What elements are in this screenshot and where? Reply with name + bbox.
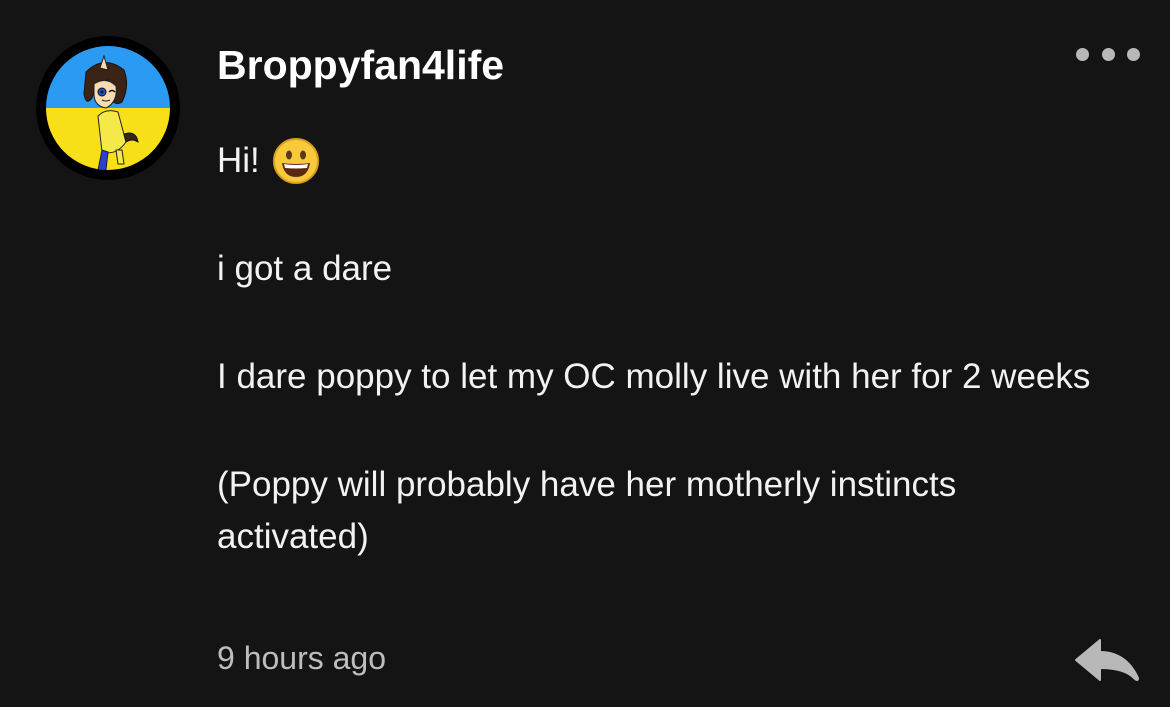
comment-paragraph: Hi! [217, 135, 1117, 187]
more-dot-icon [1076, 47, 1089, 61]
more-options-button[interactable] [1076, 40, 1140, 68]
avatar-image [46, 46, 170, 170]
pony-character-icon [83, 54, 139, 170]
more-dot-icon [1101, 47, 1115, 61]
reply-arrow-icon[interactable] [1074, 638, 1140, 686]
comment-paragraph: I dare poppy to let my OC molly live wit… [217, 357, 1091, 396]
comment-paragraph: i got a dare [217, 249, 393, 288]
comment-paragraph: (Poppy will probably have her motherly i… [217, 465, 957, 556]
comment-card: Broppyfan4life Hi! i got a dare I dare p… [0, 0, 1170, 707]
more-dot-icon [1127, 47, 1140, 61]
timestamp: 9 hours ago [217, 640, 387, 676]
grinning-face-emoji-icon [272, 138, 319, 184]
username[interactable]: Broppyfan4life [217, 42, 504, 89]
comment-body: Hi! i got a dare I dare poppy to let my … [217, 135, 1117, 619]
avatar[interactable] [36, 36, 180, 180]
greeting-text: Hi! [217, 141, 260, 180]
